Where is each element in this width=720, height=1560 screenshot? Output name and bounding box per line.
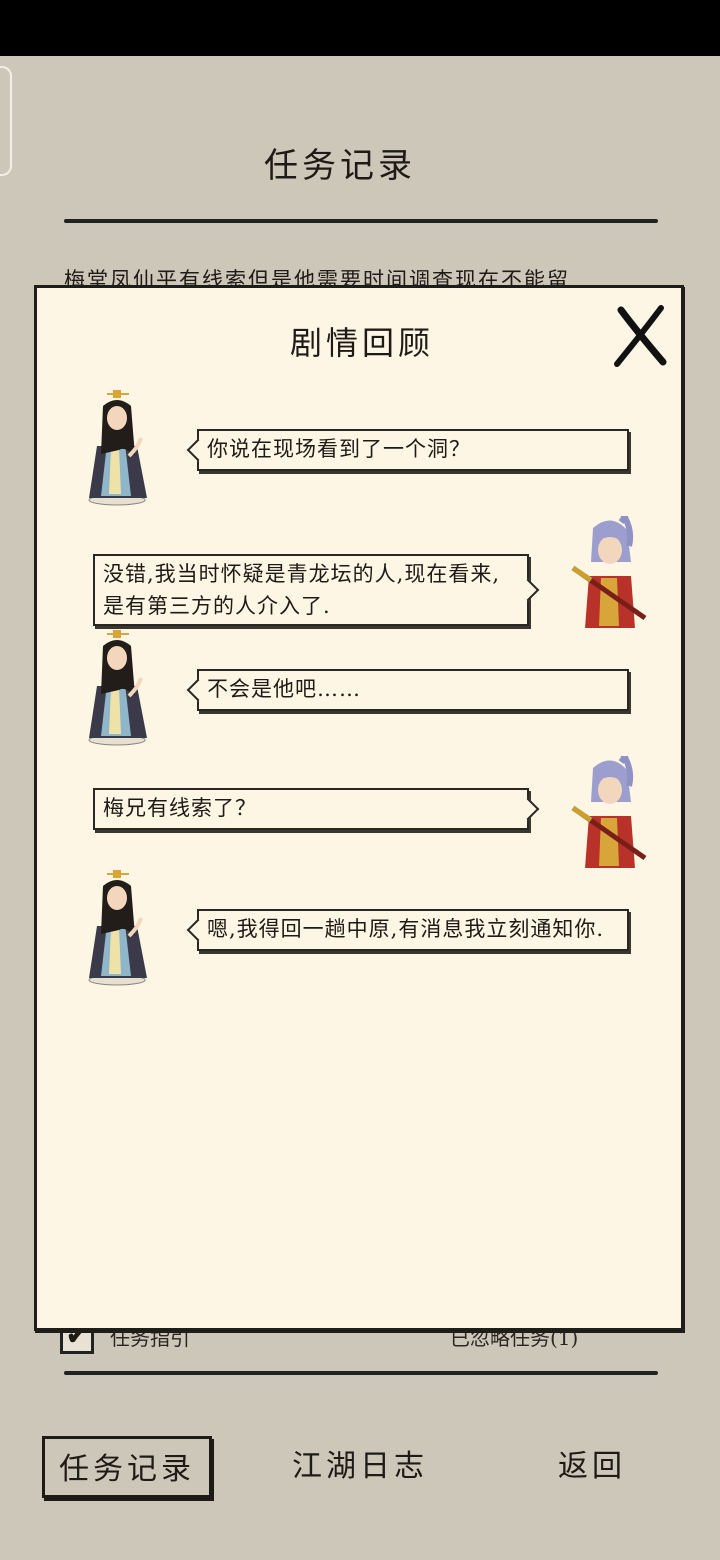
dialogue-bubble: 梅兄有线索了？	[93, 788, 540, 830]
title-divider	[64, 219, 658, 223]
tab-task-record[interactable]: 任务记录	[42, 1436, 212, 1498]
bubble-pointer	[186, 438, 210, 462]
close-icon[interactable]	[613, 304, 669, 368]
footer-divider	[64, 1371, 658, 1375]
dialogue-bubble: 你说在现场看到了一个洞？	[186, 429, 629, 471]
dialogue-text: 你说在现场看到了一个洞？	[207, 437, 471, 461]
dialogue-text: 没错,我当时怀疑是青龙坛的人,现在看来,是有第三方的人介入了.	[103, 562, 501, 618]
page-title: 任务记录	[264, 146, 416, 186]
dialogue-bubble: 没错,我当时怀疑是青龙坛的人,现在看来,是有第三方的人介入了.	[93, 554, 540, 626]
back-button[interactable]: 返回	[552, 1436, 632, 1498]
dialogue-bubble: 嗯,我得回一趟中原,有消息我立刻通知你.	[186, 909, 629, 951]
dialogue-text: 嗯,我得回一趟中原,有消息我立刻通知你.	[207, 917, 605, 941]
story-review-dialog: 剧情回顾 你说在现场看到了一个洞？ 没错,我当时怀疑是青龙坛的人,现在看来,是有…	[34, 285, 684, 1331]
swordsman-avatar	[571, 510, 651, 636]
dialogue-text: 梅兄有线索了？	[103, 796, 257, 820]
bubble-pointer	[516, 797, 540, 821]
bubble-pointer	[516, 578, 540, 602]
female-scholar-avatar	[79, 386, 159, 506]
female-scholar-avatar	[79, 626, 159, 746]
dialogue-bubble: 不会是他吧……	[186, 669, 629, 711]
status-bar	[0, 0, 720, 56]
dialog-title: 剧情回顾	[289, 324, 434, 362]
tab-jianghu-journal[interactable]: 江湖日志	[290, 1436, 430, 1498]
swordsman-avatar	[571, 750, 651, 876]
female-scholar-avatar	[79, 866, 159, 986]
dialogue-text: 不会是他吧……	[207, 677, 361, 701]
bubble-pointer	[186, 678, 210, 702]
bubble-pointer	[186, 918, 210, 942]
